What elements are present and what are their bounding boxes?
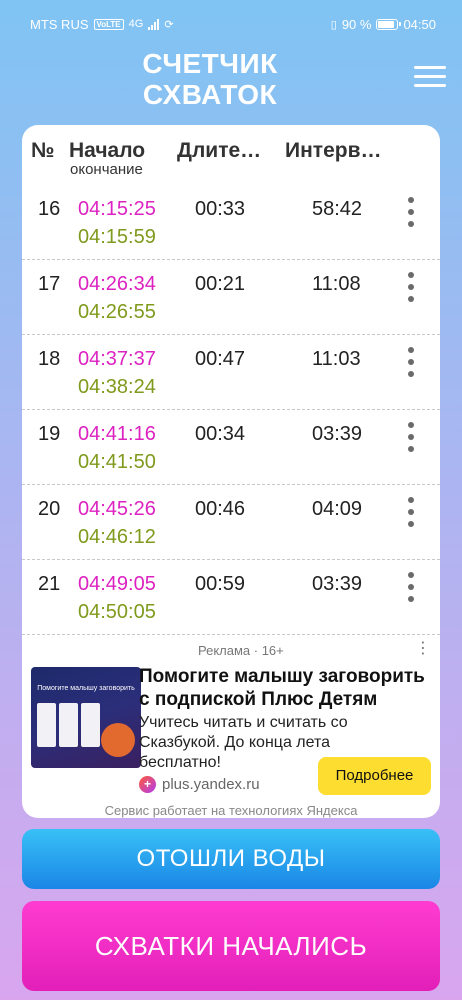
app-title-line1: СЧЕТЧИК	[142, 48, 278, 79]
row-duration: 00:46	[195, 498, 246, 520]
row-number: 16	[38, 198, 61, 220]
row-end-time: 04:26:55	[78, 301, 156, 323]
row-start-time: 04:45:26	[78, 498, 156, 520]
battery-icon	[376, 18, 402, 30]
ad-label: Реклама · 16+	[198, 643, 284, 658]
ad-image-caption: Помогите малышу заговорить	[37, 685, 135, 692]
row-more-icon[interactable]	[405, 347, 417, 377]
water-broke-button[interactable]: ОТОШЛИ ВОДЫ	[22, 829, 440, 889]
sync-icon: ⟳	[164, 18, 174, 31]
carrier-name: MTS RUS	[30, 16, 89, 32]
row-duration: 00:34	[195, 423, 246, 445]
row-end-time: 04:46:12	[78, 526, 156, 548]
row-more-icon[interactable]	[405, 197, 417, 227]
row-number: 19	[38, 423, 61, 445]
row-interval: 11:03	[312, 348, 361, 370]
row-end-time: 04:15:59	[78, 226, 156, 248]
row-number: 21	[38, 573, 61, 595]
table-row[interactable]: 19 04:41:16 04:41:50 00:34 03:39	[22, 410, 440, 485]
contractions-started-button[interactable]: СХВАТКИ НАЧАЛИСЬ	[22, 901, 440, 991]
row-number: 17	[38, 273, 61, 295]
col-number-header: №	[31, 139, 55, 162]
plus-logo-icon: +	[139, 776, 156, 793]
app-title: СЧЕТЧИК СХВАТОК	[130, 48, 290, 110]
ad-character-illustration	[101, 723, 135, 757]
row-more-icon[interactable]	[405, 422, 417, 452]
table-row[interactable]: 18 04:37:37 04:38:24 00:47 11:03	[22, 335, 440, 410]
row-end-time: 04:38:24	[78, 376, 156, 398]
volte-badge: VoLTE	[93, 18, 124, 30]
row-end-time: 04:50:05	[78, 601, 156, 623]
row-interval: 11:08	[312, 273, 361, 295]
ad-menu-icon[interactable]: ⋮	[415, 641, 431, 657]
row-duration: 00:33	[195, 198, 246, 220]
clock: 04:50	[403, 16, 436, 32]
row-start-time: 04:37:37	[78, 348, 156, 370]
signal-icon	[148, 18, 160, 30]
hamburger-icon[interactable]	[414, 66, 446, 92]
row-interval: 58:42	[312, 198, 363, 220]
col-end-subheader: окончание	[70, 161, 143, 178]
network-type: 4G	[128, 18, 144, 30]
ad-image[interactable]: Помогите малышу заговорить	[31, 667, 141, 768]
row-more-icon[interactable]	[405, 572, 417, 602]
row-duration: 00:47	[195, 348, 246, 370]
row-interval: 03:39	[312, 423, 363, 445]
contractions-card: № Начало окончание Длите… Интерв… 16 04:1…	[22, 125, 440, 818]
table-header: № Начало окончание Длите… Интерв…	[22, 125, 440, 180]
col-duration-header: Длите…	[177, 139, 262, 162]
ad-footer: Сервис работает на технологиях Яндекса	[104, 803, 358, 818]
row-start-time: 04:41:16	[78, 423, 156, 445]
row-number: 20	[38, 498, 61, 520]
app-title-line2: СХВАТОК	[142, 79, 278, 110]
battery-level	[378, 20, 394, 28]
table-row[interactable]: 20 04:45:26 04:46:12 00:46 04:09	[22, 485, 440, 560]
row-interval: 04:09	[312, 498, 363, 520]
row-duration: 00:21	[195, 273, 246, 295]
row-end-time: 04:41:50	[78, 451, 156, 473]
col-interval-header: Интерв…	[285, 139, 382, 162]
col-start-header: Начало	[69, 139, 146, 162]
table-row[interactable]: 16 04:15:25 04:15:59 00:33 58:42	[22, 185, 440, 260]
row-start-time: 04:49:05	[78, 573, 156, 595]
ad-headline[interactable]: Помогите малышу заговорить с подпиской П…	[139, 665, 435, 711]
row-start-time: 04:15:25	[78, 198, 156, 220]
contractions-list: 16 04:15:25 04:15:59 00:33 58:42 17 04:26:34 04…	[22, 185, 440, 635]
row-more-icon[interactable]	[405, 272, 417, 302]
table-row[interactable]: 21 04:49:05 04:50:05 00:59 03:39	[22, 560, 440, 635]
vibrate-icon: ▯	[330, 18, 337, 31]
battery-percent: 90 %	[341, 16, 372, 32]
row-more-icon[interactable]	[405, 497, 417, 527]
row-number: 18	[38, 348, 61, 370]
row-start-time: 04:26:34	[78, 273, 156, 295]
row-interval: 03:39	[312, 573, 363, 595]
row-duration: 00:59	[195, 573, 246, 595]
status-bar: MTS RUS VoLTE 4G ⟳ ▯ 90 % 04:50	[0, 0, 462, 48]
ad-domain[interactable]: plus.yandex.ru	[162, 776, 260, 793]
ad-more-button[interactable]: Подробнее	[318, 757, 431, 795]
table-row[interactable]: 17 04:26:34 04:26:55 00:21 11:08	[22, 260, 440, 335]
